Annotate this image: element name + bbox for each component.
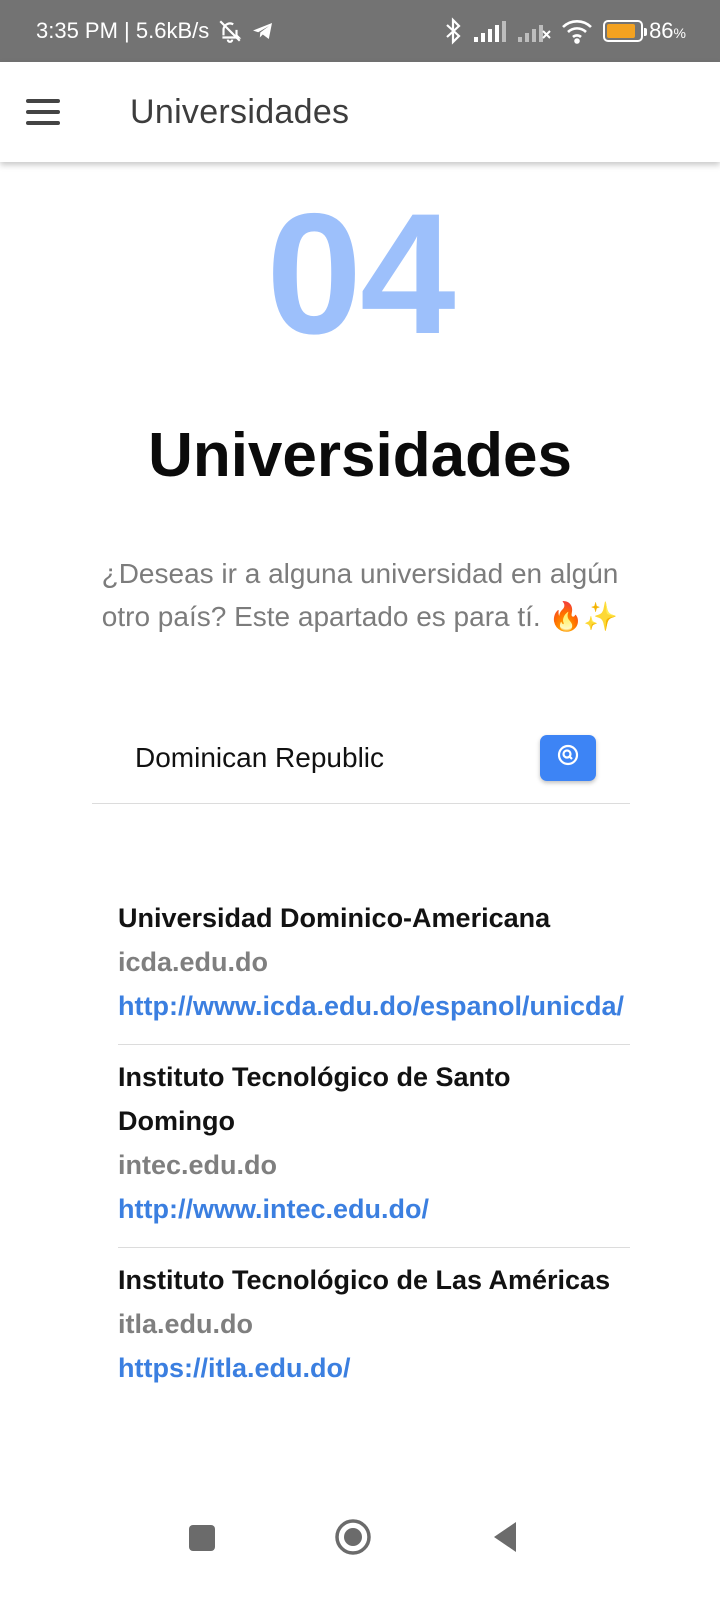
muted-bell-icon (217, 18, 243, 44)
page-description: ¿Deseas ir a alguna universidad en algún… (101, 558, 619, 632)
university-link[interactable]: https://itla.edu.do/ (118, 1346, 630, 1390)
status-left: 3:35 PM | 5.6kB/s (36, 18, 275, 44)
status-right: 86% (443, 17, 686, 45)
system-navigation-bar (0, 1496, 720, 1600)
university-domain: intec.edu.do (118, 1150, 278, 1180)
search-button[interactable] (540, 734, 596, 781)
university-domain: itla.edu.do (118, 1309, 253, 1339)
bluetooth-icon (443, 17, 463, 45)
signal-no-service-icon (517, 19, 551, 43)
telegram-icon (251, 19, 275, 43)
wifi-icon (561, 18, 593, 44)
battery-indicator: 86% (603, 18, 686, 44)
university-link[interactable]: http://www.intec.edu.do/ (118, 1187, 630, 1231)
university-name: Universidad Dominico-Americana (118, 903, 551, 933)
status-time-speed: 3:35 PM | 5.6kB/s (36, 18, 210, 43)
university-link[interactable]: http://www.icda.edu.do/espanol/unicda/ (118, 984, 630, 1028)
home-icon[interactable] (334, 1518, 372, 1561)
university-name: Instituto Tecnológico de Santo Domingo (118, 1062, 511, 1136)
list-item: Instituto Tecnológico de Las Américas it… (118, 1248, 630, 1406)
status-bar: 3:35 PM | 5.6kB/s 86% (0, 0, 720, 62)
section-number: 04 (266, 178, 455, 370)
back-icon[interactable] (492, 1520, 518, 1559)
university-list: Universidad Dominico-Americana icda.edu.… (118, 896, 630, 1406)
university-name: Instituto Tecnológico de Las Américas (118, 1265, 611, 1295)
country-search-row (92, 712, 630, 804)
list-item: Universidad Dominico-Americana icda.edu.… (118, 896, 630, 1045)
app-bar: Universidades (0, 62, 720, 162)
hamburger-menu-icon[interactable] (26, 86, 78, 138)
list-item: Instituto Tecnológico de Santo Domingo i… (118, 1045, 630, 1248)
university-domain: icda.edu.do (118, 947, 269, 977)
page-title: Universidades (148, 421, 572, 490)
signal-strength-icon (473, 19, 507, 43)
battery-percent: 86% (649, 18, 686, 43)
country-search-input[interactable] (92, 727, 540, 788)
battery-fill (607, 24, 635, 38)
battery-icon (603, 20, 648, 42)
recent-apps-icon[interactable] (188, 1524, 216, 1557)
search-icon (556, 743, 580, 772)
app-bar-title: Universidades (130, 92, 350, 131)
